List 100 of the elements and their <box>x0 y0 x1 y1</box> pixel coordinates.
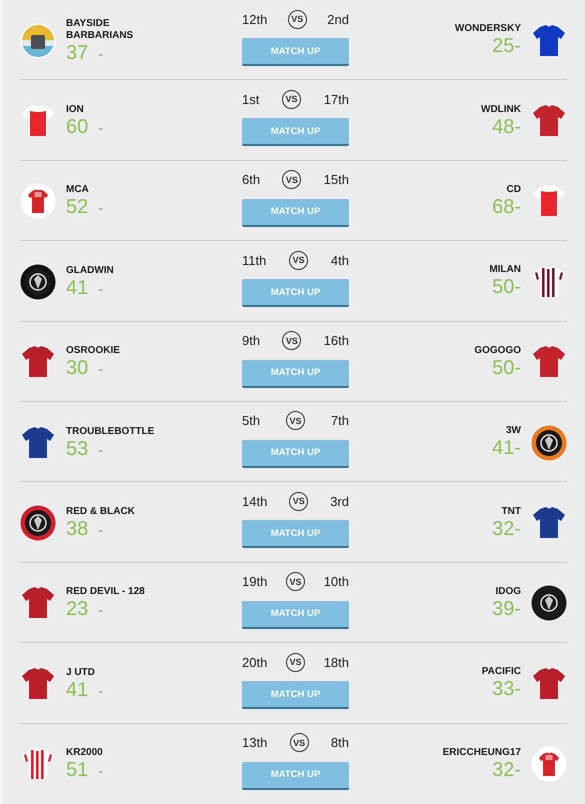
vs-badge: VS <box>286 572 305 592</box>
score-dash: - <box>98 442 104 459</box>
team-name: PACIFIC <box>482 666 521 678</box>
match-up-button[interactable]: MATCH UP <box>242 681 349 710</box>
score-dash: - <box>514 518 521 541</box>
vs-badge: VS <box>290 733 309 752</box>
score-dash: - <box>514 116 521 139</box>
team-score: 25 <box>492 35 514 58</box>
league-rank: 18th <box>324 654 349 670</box>
team-name: RED & BLACK <box>66 506 135 518</box>
league-rank: 16th <box>324 333 349 348</box>
match-up-button[interactable]: MATCH UP <box>242 279 349 308</box>
league-rank: 1st <box>242 92 260 107</box>
league-rank: 5th <box>242 413 260 428</box>
league-rank: 15th <box>324 172 349 188</box>
team-score: 53 <box>66 438 88 460</box>
team-score: 38 <box>66 518 88 540</box>
league-rank: 11th <box>242 252 266 268</box>
league-rank: 6th <box>242 172 260 188</box>
league-rank: 7th <box>330 413 349 428</box>
score-dash: - <box>98 361 104 378</box>
score-dash: - <box>514 758 521 782</box>
team-name: RED DEVIL - 128 <box>66 586 145 598</box>
vs-badge: VS <box>286 411 305 430</box>
match-up-button[interactable]: MATCH UP <box>242 38 349 66</box>
team-name: MCA <box>66 184 90 196</box>
team-name: J UTD <box>66 666 96 679</box>
score-dash: - <box>98 200 104 218</box>
team-score: 41 <box>66 678 88 701</box>
team-score: 37 <box>66 42 88 64</box>
team-score: 32 <box>492 758 514 781</box>
league-rank: 10th <box>324 574 349 590</box>
team-name: OSROOKIE <box>66 345 120 358</box>
league-rank: 17th <box>324 92 349 107</box>
league-rank: 4th <box>330 252 349 268</box>
team-score: 50 <box>492 276 514 298</box>
vs-badge: VS <box>289 250 308 270</box>
match-up-button[interactable]: MATCH UP <box>242 600 349 629</box>
score-dash: - <box>514 437 521 460</box>
match-up-button[interactable]: MATCH UP <box>242 198 349 227</box>
score-dash: - <box>98 682 104 700</box>
league-rank: 20th <box>242 654 268 670</box>
team-score: 30 <box>66 357 88 380</box>
match-up-button[interactable]: MATCH UP <box>242 520 349 548</box>
team-score: 33 <box>492 678 514 700</box>
team-score: 48 <box>492 116 514 138</box>
team-score: 39 <box>492 598 514 620</box>
team-name: TROUBLEBOTTLE <box>66 426 154 438</box>
score-dash: - <box>514 598 521 621</box>
team-score: 68 <box>492 196 514 218</box>
match-up-button[interactable]: MATCH UP <box>242 118 349 146</box>
score-dash: - <box>514 356 521 380</box>
score-dash: - <box>514 35 521 58</box>
vs-badge: VS <box>282 90 302 109</box>
league-rank: 9th <box>242 333 260 348</box>
league-rank: 19th <box>242 574 268 590</box>
score-dash: - <box>98 763 104 780</box>
score-dash: - <box>514 196 521 219</box>
team-name: BAYSIDE BARBARIANS <box>66 18 134 42</box>
score-dash: - <box>98 602 104 620</box>
match-up-button[interactable]: MATCH UP <box>242 360 349 388</box>
team-score: 51 <box>66 759 88 782</box>
league-rank: 12th <box>242 12 268 26</box>
team-score: 41 <box>492 437 514 460</box>
score-dash: - <box>98 522 104 540</box>
team-name: ION <box>66 104 85 116</box>
team-name: MILAN <box>489 264 521 276</box>
vs-badge: VS <box>289 492 308 511</box>
score-dash: - <box>98 46 104 63</box>
team-name: GLADWIN <box>66 264 114 277</box>
team-name: WDLINK <box>481 104 521 116</box>
match-up-button[interactable]: MATCH UP <box>242 762 349 790</box>
team-name: 3W <box>506 425 521 438</box>
team-name: IDOG <box>495 586 521 598</box>
team-name: WONDERSKY <box>454 23 521 36</box>
vs-badge: VS <box>282 170 302 190</box>
league-rank: 8th <box>330 735 349 750</box>
league-rank: 14th <box>242 494 268 509</box>
team-score: 60 <box>66 116 88 138</box>
score-dash: - <box>514 678 521 702</box>
team-score: 52 <box>66 196 88 218</box>
team-score: 32 <box>492 518 514 540</box>
team-score: 41 <box>66 276 88 299</box>
team-score: 23 <box>66 598 88 620</box>
league-rank: 13th <box>242 735 268 750</box>
league-rank: 3rd <box>330 494 349 509</box>
score-dash: - <box>98 120 104 138</box>
league-rank: 2nd <box>327 12 349 26</box>
team-name: KR2000 <box>66 747 104 760</box>
team-name: ERICCHEUNG17 <box>442 746 521 759</box>
team-score: 50 <box>492 356 514 379</box>
match-up-button[interactable]: MATCH UP <box>242 440 349 468</box>
vs-badge: VS <box>288 10 307 28</box>
score-dash: - <box>98 280 104 298</box>
team-name: CD <box>506 184 521 196</box>
vs-badge: VS <box>286 652 305 672</box>
vs-badge: VS <box>282 331 302 350</box>
team-name: GOGOGO <box>474 344 521 357</box>
team-name: TNT <box>502 506 521 518</box>
score-dash: - <box>514 276 521 300</box>
